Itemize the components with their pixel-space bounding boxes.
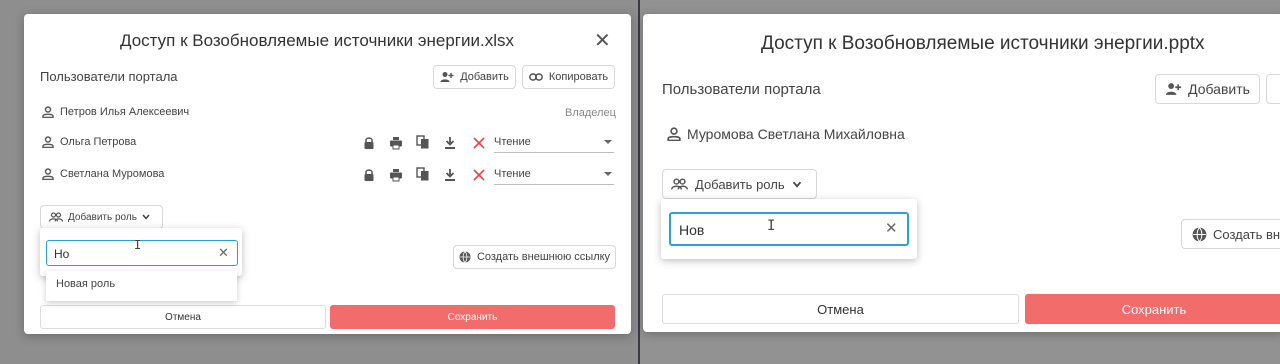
clear-icon[interactable]: ✕ (885, 221, 898, 236)
remove-icon[interactable] (472, 168, 486, 182)
section-label-portal-users: Пользователи портала (662, 81, 821, 98)
remove-icon[interactable] (472, 136, 486, 150)
user-row-owner: Петров Илья Алексеевич (42, 106, 189, 118)
download-icon[interactable] (443, 136, 457, 150)
add-user-button-label: Добавить (1188, 81, 1250, 97)
add-role-button-label: Добавить роль (695, 176, 785, 192)
add-user-icon (1165, 83, 1182, 95)
permission-select[interactable]: Чтение (494, 133, 614, 153)
user-name: Ольга Петрова (60, 136, 137, 148)
chevron-down-icon (792, 181, 801, 188)
dialog-title: Доступ к Возобновляемые источники энерги… (120, 31, 515, 50)
copy-icon[interactable] (416, 135, 430, 149)
role-suggestion-label: Новая роль (56, 278, 116, 290)
role-search-value: Но (54, 247, 70, 261)
owner-label: Владелец (565, 107, 616, 119)
add-role-button[interactable]: Добавить роль (40, 205, 163, 229)
dropdown-arrow-icon (604, 172, 612, 176)
group-icon (671, 178, 688, 190)
permission-select-value: Чтение (494, 168, 531, 180)
dropdown-arrow-icon (604, 140, 612, 144)
lock-icon[interactable] (362, 168, 376, 182)
user-name: Светлана Муромова (60, 168, 165, 180)
person-icon (667, 127, 681, 141)
user-name: Муромова Светлана Михайловна (687, 126, 905, 142)
copy-icon[interactable] (416, 167, 430, 181)
role-search-input[interactable]: Но ✕ (46, 240, 238, 266)
person-icon (42, 106, 54, 118)
add-user-button[interactable]: Добавить (1155, 74, 1260, 104)
section-label-portal-users: Пользователи портала (40, 69, 178, 84)
role-suggestion-item[interactable]: Новая роль (46, 271, 237, 301)
copy-link-button[interactable]: Копировать (522, 65, 615, 89)
add-user-button-label: Добавить (460, 71, 509, 83)
save-button[interactable]: Сохранить (330, 305, 615, 329)
add-user-button[interactable]: Добавить (433, 65, 516, 89)
permission-select[interactable]: Чтение (494, 165, 614, 185)
dialog-title: Доступ к Возобновляемые источники энерги… (761, 33, 1205, 54)
create-external-link-button[interactable]: Создать внешнюю ссылку (453, 245, 616, 269)
add-role-button-label: Добавить роль (68, 211, 137, 223)
globe-icon (459, 251, 471, 263)
copy-link-button-label: Копировать (548, 71, 609, 83)
copy-link-button[interactable] (1266, 74, 1280, 104)
user-row: Ольга Петрова (42, 136, 136, 148)
save-button-label: Сохранить (447, 311, 498, 323)
download-icon[interactable] (443, 168, 457, 182)
screen-divider (638, 0, 640, 364)
permission-select-value: Чтение (494, 136, 531, 148)
person-icon (42, 168, 54, 180)
user-row: Муромова Светлана Михайловна (667, 126, 905, 142)
role-search-input[interactable]: Нов ✕ (669, 212, 909, 246)
user-row: Светлана Муромова (42, 168, 164, 180)
create-external-link-button[interactable]: Создать вне (1181, 219, 1280, 249)
cancel-button-label: Отмена (817, 301, 864, 317)
create-external-link-label: Создать внешнюю ссылку (476, 251, 611, 263)
globe-icon (1192, 226, 1207, 242)
link-icon (528, 73, 543, 81)
chevron-down-icon (142, 214, 150, 220)
text-cursor-icon: I (134, 238, 142, 252)
clear-icon[interactable]: ✕ (218, 246, 229, 259)
lock-icon[interactable] (362, 136, 376, 150)
cancel-button-label: Отмена (165, 311, 201, 323)
print-icon[interactable] (389, 136, 403, 150)
create-external-link-label: Создать вне (1213, 226, 1280, 242)
text-cursor-icon: I (767, 218, 776, 234)
cancel-button[interactable]: Отмена (662, 294, 1019, 324)
print-icon[interactable] (389, 168, 403, 182)
save-button-label: Сохранить (1121, 301, 1187, 317)
role-search-value: Нов (679, 222, 705, 238)
user-name: Петров Илья Алексеевич (60, 106, 190, 118)
group-icon (49, 212, 63, 222)
add-role-button[interactable]: Добавить роль (662, 169, 817, 199)
add-user-icon (440, 72, 454, 82)
cancel-button[interactable]: Отмена (40, 305, 326, 329)
person-icon (42, 136, 54, 148)
save-button[interactable]: Сохранить (1025, 294, 1280, 324)
share-dialog-pptx: Доступ к Возобновляемые источники энерги… (643, 14, 1280, 332)
close-icon[interactable]: ✕ (594, 31, 611, 51)
